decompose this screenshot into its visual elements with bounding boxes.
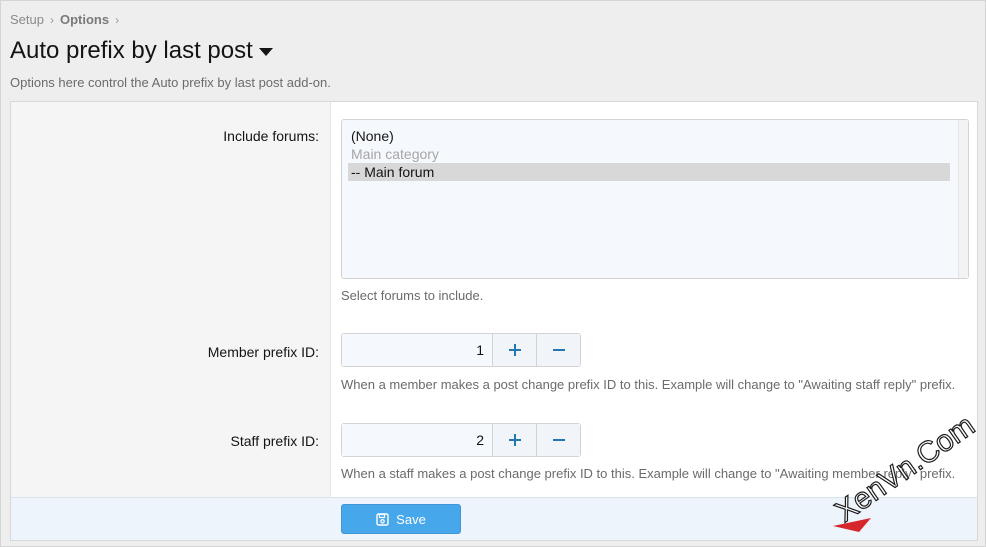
staff-prefix-label: Staff prefix ID: [230,433,319,449]
staff-prefix-increment-button[interactable] [492,424,536,456]
plus-icon [508,344,521,356]
plus-icon [508,434,521,446]
forum-option-main-category: Main category [351,146,439,162]
minus-icon [552,439,565,441]
staff-prefix-explain: When a staff makes a post change prefix … [341,466,956,481]
select-scrollbar[interactable] [958,120,968,278]
chevron-right-icon: › [49,12,54,27]
page-title: Auto prefix by last post [10,37,253,64]
form-submit-row: Save [11,497,977,540]
options-form: Include forums: (None) Main category -- … [10,101,978,541]
forum-option-main-forum[interactable]: -- Main forum [348,163,950,181]
breadcrumb: Setup › Options › [10,12,125,27]
member-prefix-stepper [341,333,581,367]
floppy-disk-icon [376,512,389,526]
staff-prefix-decrement-button[interactable] [536,424,580,456]
page-frame: Setup › Options › Auto prefix by last po… [0,0,986,547]
breadcrumb-item-setup[interactable]: Setup [10,12,44,27]
member-prefix-explain: When a member makes a post change prefix… [341,377,956,392]
page-description: Options here control the Auto prefix by … [10,75,331,90]
minus-icon [552,349,565,351]
member-prefix-label: Member prefix ID: [207,344,319,360]
chevron-right-icon: › [115,12,120,27]
staff-prefix-input[interactable] [342,424,492,456]
forum-option-none[interactable]: (None) [348,127,950,145]
save-button-label: Save [396,511,426,527]
include-forums-select[interactable]: (None) Main category -- Main forum [341,119,969,279]
staff-prefix-stepper [341,423,581,457]
include-forums-label: Include forums: [223,128,319,144]
include-forums-explain: Select forums to include. [341,288,484,303]
member-prefix-increment-button[interactable] [492,334,536,366]
page-title-menu[interactable]: Auto prefix by last post [10,37,273,65]
member-prefix-input[interactable] [342,334,492,366]
caret-down-icon [258,48,273,56]
breadcrumb-item-options[interactable]: Options [60,12,109,27]
save-button[interactable]: Save [341,504,461,534]
member-prefix-decrement-button[interactable] [536,334,580,366]
